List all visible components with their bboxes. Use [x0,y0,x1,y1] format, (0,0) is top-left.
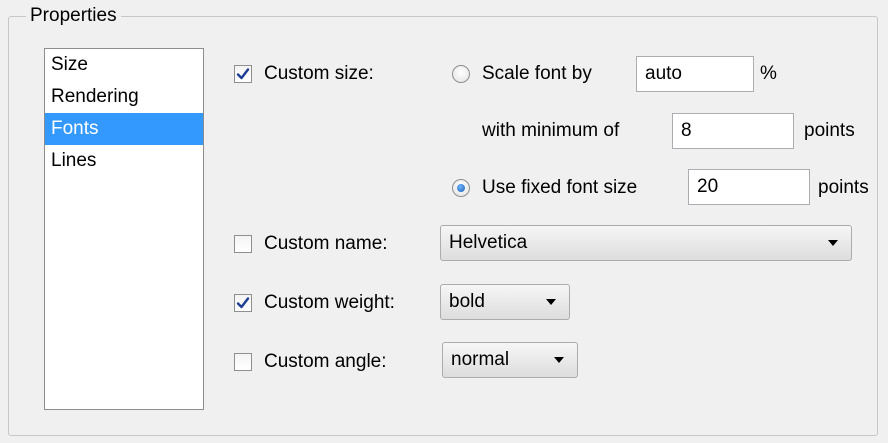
scale-font-input[interactable] [636,56,754,92]
check-icon [236,68,250,80]
custom-weight-dropdown[interactable]: bold [440,284,570,320]
fixed-font-unit-label: points [818,177,869,198]
custom-angle-checkbox[interactable] [234,353,252,371]
custom-size-label: Custom size: [264,63,374,84]
custom-name-dropdown[interactable]: Helvetica [440,225,852,261]
minimum-input[interactable] [672,113,794,149]
category-item-size[interactable]: Size [45,49,203,81]
minimum-label: with minimum of [482,120,620,141]
custom-angle-value: normal [451,349,510,370]
custom-name-checkbox[interactable] [234,235,252,253]
custom-angle-dropdown[interactable]: normal [442,342,578,378]
category-item-lines[interactable]: Lines [45,145,203,177]
custom-weight-label: Custom weight: [264,292,395,313]
check-icon [236,297,250,309]
fixed-font-radio[interactable] [452,179,470,197]
scale-font-radio[interactable] [452,65,470,83]
custom-angle-label: Custom angle: [264,351,387,372]
percent-label: % [760,63,777,84]
fixed-font-input[interactable] [688,169,810,205]
category-item-rendering[interactable]: Rendering [45,81,203,113]
category-list[interactable]: Size Rendering Fonts Lines [44,48,204,410]
custom-name-label: Custom name: [264,233,388,254]
custom-size-checkbox[interactable] [234,65,252,83]
properties-title: Properties [26,4,121,28]
scale-font-label: Scale font by [482,63,592,84]
minimum-unit-label: points [804,120,855,141]
radio-dot-icon [457,184,465,192]
chevron-down-icon [554,357,564,363]
chevron-down-icon [546,299,556,305]
category-item-fonts[interactable]: Fonts [45,113,203,145]
chevron-down-icon [828,240,838,246]
custom-name-value: Helvetica [449,232,528,253]
custom-weight-checkbox[interactable] [234,294,252,312]
fixed-font-label: Use fixed font size [482,177,638,198]
custom-weight-value: bold [449,291,485,312]
